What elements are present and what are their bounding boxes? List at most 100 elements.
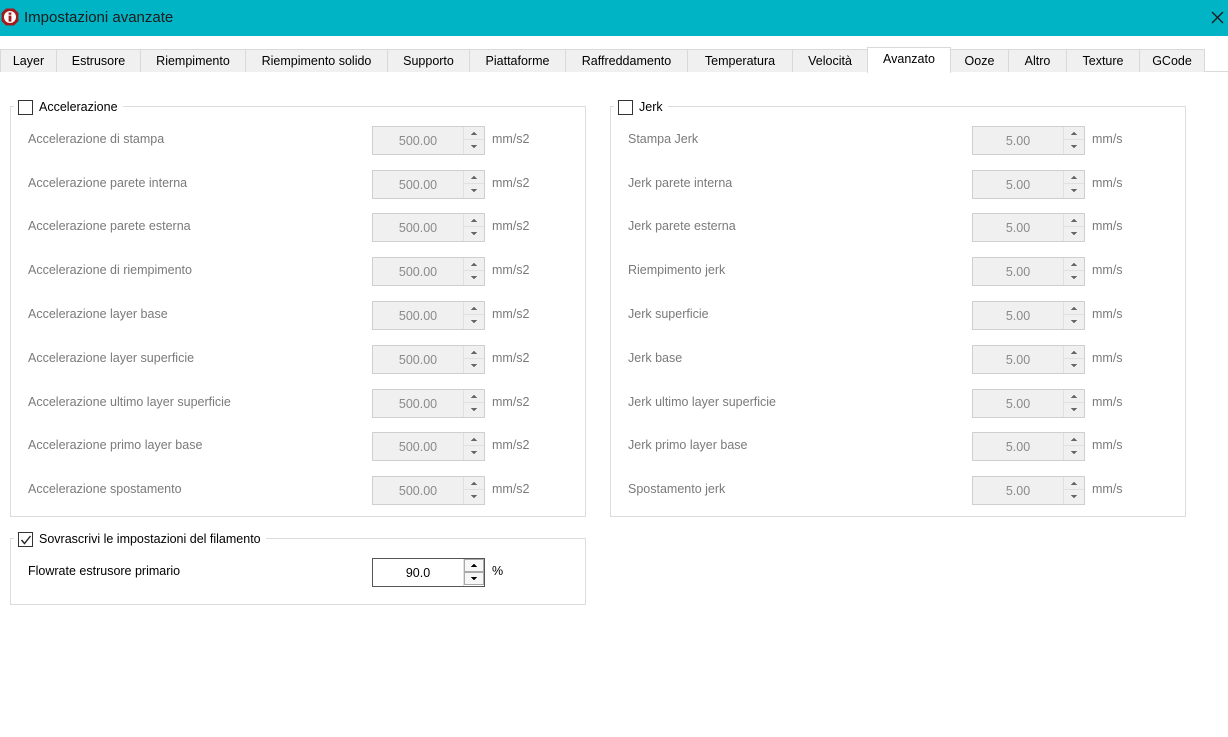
spin-down-icon[interactable] (464, 315, 484, 328)
acceleration-label: Accelerazione (39, 100, 118, 114)
jerk-spinbox[interactable]: 5.00 (972, 301, 1085, 330)
jerk-spinbox-value[interactable]: 5.00 (973, 309, 1063, 323)
spin-up-icon[interactable] (1064, 127, 1084, 140)
jerk-spinbox[interactable]: 5.00 (972, 170, 1085, 199)
jerk-spinbox[interactable]: 5.00 (972, 476, 1085, 505)
jerk-spinbox-value[interactable]: 5.00 (973, 221, 1063, 235)
acceleration-spinbox[interactable]: 500.00 (372, 345, 485, 374)
acceleration-unit-label: mm/s2 (492, 395, 530, 409)
acceleration-spinbox-value[interactable]: 500.00 (373, 265, 463, 279)
tab-riempimento-solido[interactable]: Riempimento solido (246, 49, 388, 72)
acceleration-spinbox[interactable]: 500.00 (372, 432, 485, 461)
jerk-spinbox-value[interactable]: 5.00 (973, 397, 1063, 411)
spin-down-icon[interactable] (464, 140, 484, 153)
spin-up-icon[interactable] (464, 302, 484, 315)
spin-up-icon[interactable] (464, 171, 484, 184)
jerk-spinbox-value[interactable]: 5.00 (973, 265, 1063, 279)
spin-down-icon[interactable] (1064, 271, 1084, 284)
jerk-spinbox[interactable]: 5.00 (972, 257, 1085, 286)
spin-up-icon[interactable] (464, 127, 484, 140)
jerk-spinbox[interactable]: 5.00 (972, 213, 1085, 242)
tab-piattaforme[interactable]: Piattaforme (470, 49, 566, 72)
jerk-spinbox-value[interactable]: 5.00 (973, 134, 1063, 148)
spin-up-icon[interactable] (1064, 171, 1084, 184)
acceleration-spinbox-value[interactable]: 500.00 (373, 309, 463, 323)
acceleration-spinbox-value[interactable]: 500.00 (373, 178, 463, 192)
acceleration-spinbox-value[interactable]: 500.00 (373, 353, 463, 367)
spin-down-icon[interactable] (464, 572, 484, 585)
tab-avanzato[interactable]: Avanzato (867, 47, 951, 73)
tab-velocita[interactable]: Velocità (793, 49, 868, 72)
spin-up-icon[interactable] (1064, 302, 1084, 315)
spin-down-icon[interactable] (464, 490, 484, 503)
jerk-spinbox[interactable]: 5.00 (972, 345, 1085, 374)
spin-up-icon[interactable] (464, 346, 484, 359)
spin-down-icon[interactable] (464, 359, 484, 372)
close-icon[interactable] (1206, 6, 1228, 28)
acceleration-spinbox[interactable]: 500.00 (372, 301, 485, 330)
spin-up-icon[interactable] (464, 559, 484, 572)
spin-down-icon[interactable] (464, 271, 484, 284)
tab-supporto[interactable]: Supporto (388, 49, 470, 72)
jerk-spinbox-value[interactable]: 5.00 (973, 353, 1063, 367)
spin-up-icon[interactable] (464, 390, 484, 403)
spin-up-icon[interactable] (464, 477, 484, 490)
spin-down-icon[interactable] (1064, 403, 1084, 416)
tab-layer[interactable]: Layer (0, 49, 57, 72)
spin-down-icon[interactable] (1064, 446, 1084, 459)
acceleration-spinbox[interactable]: 500.00 (372, 389, 485, 418)
spin-up-icon[interactable] (464, 214, 484, 227)
jerk-spinbox[interactable]: 5.00 (972, 432, 1085, 461)
jerk-spinbox[interactable]: 5.00 (972, 126, 1085, 155)
filament-override-checkbox[interactable] (18, 531, 33, 547)
jerk-spinbox-value[interactable]: 5.00 (973, 484, 1063, 498)
spin-up-icon[interactable] (1064, 390, 1084, 403)
acceleration-spinbox-value[interactable]: 500.00 (373, 484, 463, 498)
spin-up-icon[interactable] (464, 433, 484, 446)
tab-estrusore[interactable]: Estrusore (57, 49, 141, 72)
spin-down-icon[interactable] (1064, 227, 1084, 240)
spin-down-icon[interactable] (1064, 315, 1084, 328)
spin-down-icon[interactable] (1064, 140, 1084, 153)
acceleration-spinbox[interactable]: 500.00 (372, 170, 485, 199)
acceleration-spinbox-value[interactable]: 500.00 (373, 134, 463, 148)
tab-gcode[interactable]: GCode (1140, 49, 1205, 72)
jerk-row-label: Jerk parete esterna (628, 219, 736, 233)
acceleration-checkbox[interactable] (18, 99, 33, 115)
spin-up-icon[interactable] (464, 258, 484, 271)
spin-up-icon[interactable] (1064, 433, 1084, 446)
jerk-spinbox-value[interactable]: 5.00 (973, 440, 1063, 454)
tab-altro[interactable]: Altro (1009, 49, 1067, 72)
acceleration-spinbox[interactable]: 500.00 (372, 213, 485, 242)
tab-temperatura[interactable]: Temperatura (688, 49, 793, 72)
spin-down-icon[interactable] (464, 446, 484, 459)
acceleration-spinbox-value[interactable]: 500.00 (373, 221, 463, 235)
tab-raffreddamento[interactable]: Raffreddamento (566, 49, 688, 72)
jerk-checkbox[interactable] (618, 99, 633, 115)
spin-down-icon[interactable] (464, 227, 484, 240)
acceleration-spinbox-value[interactable]: 500.00 (373, 440, 463, 454)
spin-down-icon[interactable] (464, 184, 484, 197)
acceleration-spinbox[interactable]: 500.00 (372, 126, 485, 155)
spin-up-icon[interactable] (1064, 346, 1084, 359)
spin-down-icon[interactable] (1064, 490, 1084, 503)
acceleration-spinbox-value[interactable]: 500.00 (373, 397, 463, 411)
spin-up-icon[interactable] (1064, 214, 1084, 227)
flowrate-spinbox[interactable]: 90.0 (372, 558, 485, 587)
acceleration-spinbox[interactable]: 500.00 (372, 476, 485, 505)
spin-up-icon[interactable] (1064, 477, 1084, 490)
spin-up-icon[interactable] (1064, 258, 1084, 271)
acceleration-spinbox[interactable]: 500.00 (372, 257, 485, 286)
spin-down-icon[interactable] (1064, 359, 1084, 372)
tab-riempimento[interactable]: Riempimento (141, 49, 246, 72)
jerk-spinbox[interactable]: 5.00 (972, 389, 1085, 418)
tab-ooze[interactable]: Ooze (951, 49, 1009, 72)
jerk-spinbox-value[interactable]: 5.00 (973, 178, 1063, 192)
spin-down-icon[interactable] (464, 403, 484, 416)
flowrate-spinbox-value[interactable]: 90.0 (373, 566, 463, 580)
spin-down-icon[interactable] (1064, 184, 1084, 197)
flowrate-unit-label: % (492, 564, 504, 578)
tab-texture[interactable]: Texture (1067, 49, 1140, 72)
flowrate-row-label: Flowrate estrusore primario (28, 564, 181, 578)
acceleration-row-5: Accelerazione layer superficie 500.00 mm/s… (28, 345, 588, 374)
